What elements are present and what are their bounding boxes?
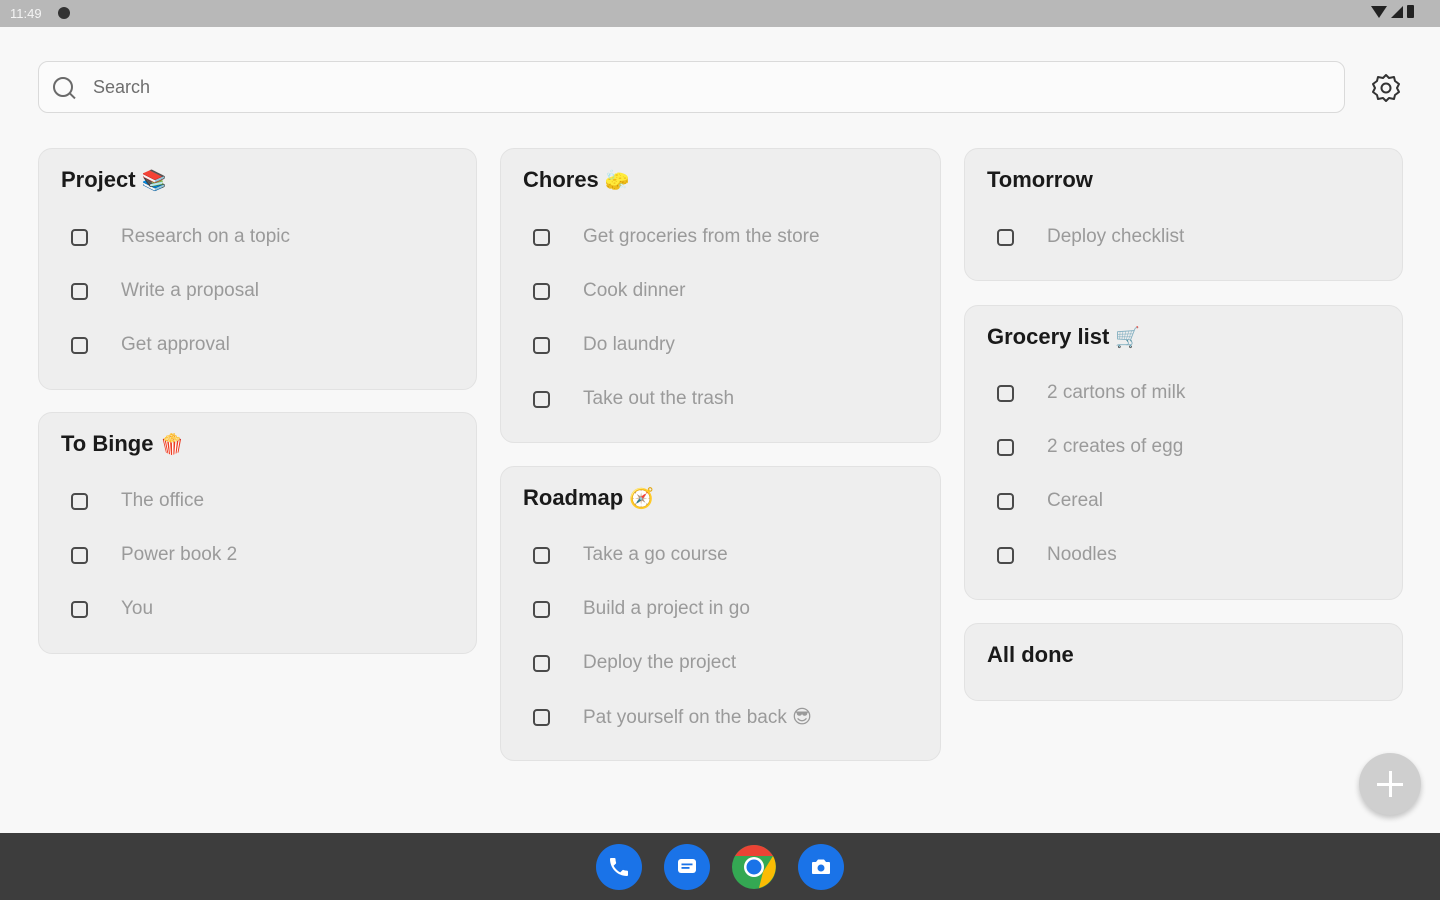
task-item[interactable]: Deploy the project <box>533 647 736 679</box>
task-label: Take a go course <box>583 544 728 565</box>
taskbar-dock <box>0 833 1440 900</box>
camera-icon <box>812 859 830 874</box>
chrome-icon <box>732 845 776 889</box>
card-title: Project 📚 <box>61 167 167 192</box>
task-label: Research on a topic <box>121 226 290 247</box>
card-title: Roadmap 🧭 <box>523 485 655 510</box>
chrome-app-icon[interactable] <box>731 844 777 890</box>
list-card-roadmap[interactable]: Roadmap 🧭 Take a go course Build a projec… <box>500 466 941 761</box>
messages-app-icon[interactable] <box>664 844 710 890</box>
task-item[interactable]: Noodles <box>997 539 1117 571</box>
task-item[interactable]: Cereal <box>997 485 1103 517</box>
message-icon <box>678 859 696 873</box>
task-label: 2 creates of egg <box>1047 436 1184 457</box>
task-item[interactable]: Take out the trash <box>533 383 734 415</box>
list-card-all-done[interactable]: All done <box>964 623 1403 701</box>
task-checkbox[interactable] <box>997 438 1014 456</box>
battery-icon <box>1407 5 1414 18</box>
card-title: To Binge 🍿 <box>61 431 185 456</box>
task-label: Power book 2 <box>121 544 238 565</box>
task-checkbox[interactable] <box>533 282 550 300</box>
list-card-chores[interactable]: Chores 🧽 Get groceries from the store Coo… <box>500 148 941 443</box>
task-item[interactable]: Pat yourself on the back 😎 <box>533 701 812 733</box>
compass-emoji-icon: 🧭 <box>629 488 655 510</box>
notification-icon <box>58 7 70 19</box>
task-label: Cereal <box>1047 490 1103 511</box>
task-checkbox[interactable] <box>533 546 550 564</box>
task-checkbox[interactable] <box>71 492 88 510</box>
task-checkbox[interactable] <box>533 600 550 618</box>
list-card-to-binge[interactable]: To Binge 🍿 The office Power book 2 You <box>38 412 477 654</box>
task-label: Get groceries from the store <box>583 226 820 247</box>
task-checkbox[interactable] <box>71 546 88 564</box>
books-emoji-icon: 📚 <box>141 170 167 192</box>
task-item[interactable]: Get approval <box>71 329 230 361</box>
task-label: Write a proposal <box>121 280 259 301</box>
popcorn-emoji-icon: 🍿 <box>159 434 185 456</box>
card-title: All done <box>987 642 1074 667</box>
task-label: Noodles <box>1047 544 1117 565</box>
task-label: Take out the trash <box>583 388 735 409</box>
task-checkbox[interactable] <box>533 228 550 246</box>
list-card-project[interactable]: Project 📚 Research on a topic Write a pro… <box>38 148 477 390</box>
list-card-tomorrow[interactable]: Tomorrow Deploy checklist <box>964 148 1403 281</box>
status-time: 11:49 <box>10 6 42 21</box>
settings-gear-icon[interactable] <box>1370 72 1402 104</box>
task-label: Build a project in go <box>583 598 750 619</box>
task-checkbox[interactable] <box>71 336 88 354</box>
sponge-emoji-icon: 🧽 <box>604 170 630 192</box>
task-label: Pat yourself on the back 😎 <box>583 706 812 728</box>
task-label: The office <box>121 490 205 511</box>
task-item[interactable]: Cook dinner <box>533 275 685 307</box>
task-item[interactable]: Power book 2 <box>71 539 237 571</box>
add-list-button[interactable] <box>1359 753 1421 815</box>
status-icons <box>1371 5 1414 18</box>
task-label: Deploy checklist <box>1047 226 1185 247</box>
task-checkbox[interactable] <box>71 600 88 618</box>
search-bar[interactable] <box>38 61 1345 113</box>
task-label: Do laundry <box>583 334 675 355</box>
search-icon <box>53 77 73 97</box>
card-title: Chores 🧽 <box>523 167 630 192</box>
task-label: Cook dinner <box>583 280 686 301</box>
card-title: Tomorrow <box>987 167 1093 192</box>
task-checkbox[interactable] <box>71 282 88 300</box>
task-checkbox[interactable] <box>533 708 550 726</box>
camera-app-icon[interactable] <box>798 844 844 890</box>
phone-icon <box>610 858 628 876</box>
wifi-icon <box>1371 5 1387 18</box>
task-item[interactable]: You <box>71 593 153 625</box>
task-checkbox[interactable] <box>533 390 550 408</box>
task-item[interactable]: The office <box>71 485 204 517</box>
task-item[interactable]: Research on a topic <box>71 221 290 253</box>
task-label: 2 cartons of milk <box>1047 382 1186 403</box>
task-label: Get approval <box>121 334 230 355</box>
task-item[interactable]: 2 creates of egg <box>997 431 1183 463</box>
task-item[interactable]: Get groceries from the store <box>533 221 820 253</box>
task-item[interactable]: 2 cartons of milk <box>997 377 1185 409</box>
signal-icon <box>1391 5 1403 18</box>
task-item[interactable]: Build a project in go <box>533 593 750 625</box>
task-item[interactable]: Write a proposal <box>71 275 259 307</box>
shopping-cart-emoji-icon: 🛒 <box>1115 327 1141 349</box>
status-bar: 11:49 <box>0 0 1440 27</box>
card-title: Grocery list 🛒 <box>987 324 1141 349</box>
task-checkbox[interactable] <box>997 546 1014 564</box>
task-label: You <box>121 598 154 619</box>
task-checkbox[interactable] <box>997 228 1014 246</box>
task-checkbox[interactable] <box>997 384 1014 402</box>
phone-app-icon[interactable] <box>596 844 642 890</box>
task-item[interactable]: Do laundry <box>533 329 675 361</box>
task-item[interactable]: Deploy checklist <box>997 221 1184 253</box>
task-checkbox[interactable] <box>71 228 88 246</box>
task-checkbox[interactable] <box>533 654 550 672</box>
task-checkbox[interactable] <box>997 492 1014 510</box>
task-checkbox[interactable] <box>533 336 550 354</box>
task-label: Deploy the project <box>583 652 737 673</box>
task-item[interactable]: Take a go course <box>533 539 728 571</box>
search-input[interactable] <box>91 62 1315 113</box>
list-card-grocery[interactable]: Grocery list 🛒 2 cartons of milk 2 create… <box>964 305 1403 600</box>
